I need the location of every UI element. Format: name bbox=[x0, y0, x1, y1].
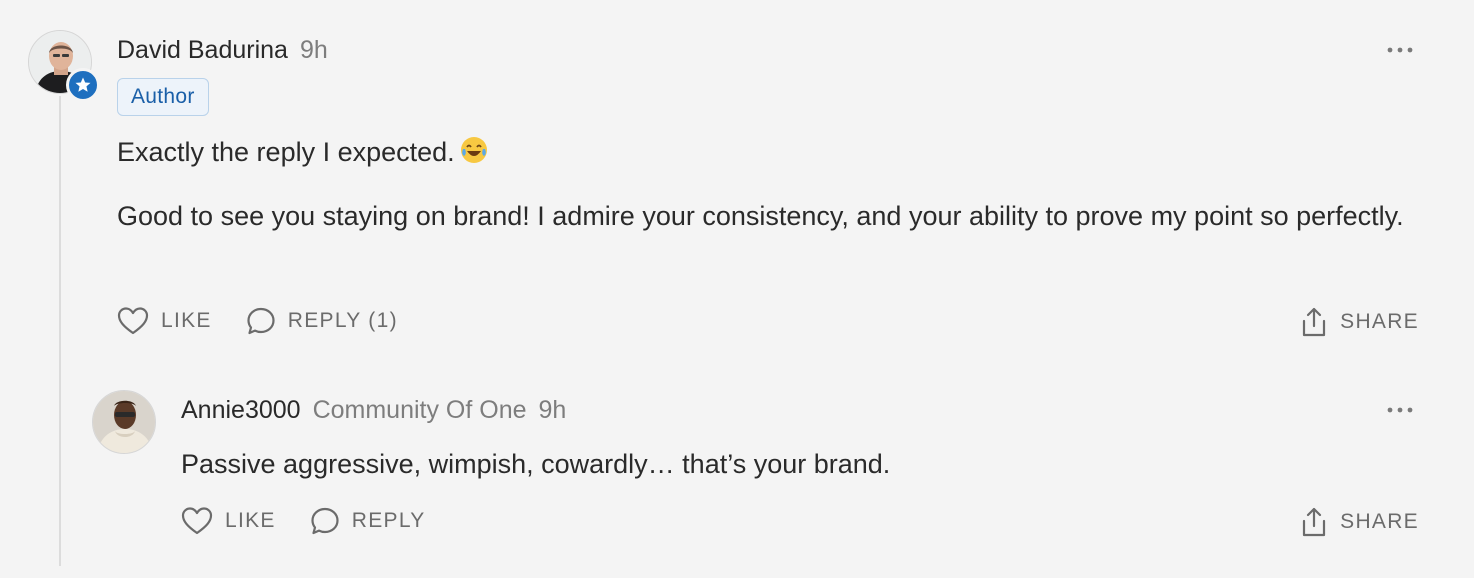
like-label: LIKE bbox=[225, 509, 276, 532]
avatar[interactable] bbox=[92, 390, 156, 454]
community-name[interactable]: Community Of One bbox=[313, 396, 527, 425]
share-label: SHARE bbox=[1340, 310, 1419, 333]
speech-bubble-icon bbox=[311, 507, 339, 535]
share-icon bbox=[1303, 307, 1326, 337]
more-options-icon[interactable] bbox=[1386, 400, 1414, 425]
reply-button[interactable]: REPLY (1) bbox=[246, 306, 398, 336]
author-name[interactable]: David Badurina bbox=[117, 36, 288, 65]
author-name[interactable]: Annie3000 bbox=[181, 396, 301, 425]
share-button[interactable]: SHARE bbox=[1300, 506, 1419, 538]
reply-label: REPLY bbox=[351, 509, 426, 532]
reply-text: Passive aggressive, wimpish, cowardly… t… bbox=[181, 449, 891, 479]
thread-line bbox=[59, 96, 61, 566]
comment-actions: LIKE REPLY (1) bbox=[117, 306, 432, 336]
heart-icon bbox=[117, 307, 149, 335]
timestamp[interactable]: 9h bbox=[539, 396, 567, 425]
comment-paragraph: Exactly the reply I expected. bbox=[117, 128, 489, 180]
reply-header: Annie3000 Community Of One 9h bbox=[181, 396, 566, 425]
author-badge: Author bbox=[117, 78, 209, 116]
like-button[interactable]: LIKE bbox=[117, 306, 212, 336]
speech-bubble-icon bbox=[247, 307, 275, 335]
tears-of-joy-emoji bbox=[459, 132, 489, 180]
like-label: LIKE bbox=[161, 309, 212, 332]
heart-icon bbox=[181, 507, 213, 535]
star-badge-icon bbox=[66, 68, 100, 102]
share-button[interactable]: SHARE bbox=[1300, 306, 1419, 338]
like-button[interactable]: LIKE bbox=[181, 506, 276, 536]
more-options-icon[interactable] bbox=[1386, 40, 1414, 65]
reply-actions: LIKE REPLY bbox=[181, 506, 460, 536]
reply-button[interactable]: REPLY bbox=[310, 506, 426, 536]
share-label: SHARE bbox=[1340, 510, 1419, 533]
comment-header: David Badurina 9h bbox=[117, 36, 328, 65]
timestamp[interactable]: 9h bbox=[300, 36, 328, 65]
comment-paragraph: Good to see you staying on brand! I admi… bbox=[117, 201, 1404, 231]
share-icon bbox=[1303, 507, 1326, 537]
reply-label: REPLY (1) bbox=[287, 309, 398, 332]
